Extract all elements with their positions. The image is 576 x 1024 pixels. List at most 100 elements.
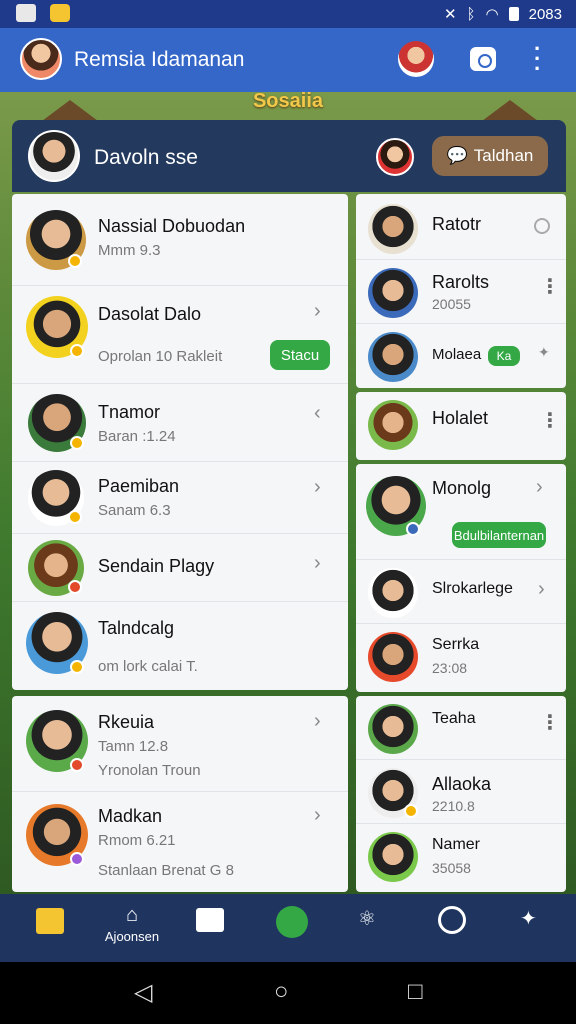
contact-name: Molaea: [432, 346, 482, 363]
list-item[interactable]: Monolg › Bdulbilanternan: [356, 464, 566, 560]
contact-name: Sendain Plagy: [98, 556, 215, 576]
wifi-icon: ◠: [485, 6, 499, 23]
contact-name: Nassial Dobuodan: [98, 216, 246, 236]
contact-sub: Mmm 9.3: [98, 242, 161, 259]
chevron-right-icon[interactable]: ›: [314, 710, 321, 733]
chat-panel: Davoln sse 💬 Taldhan Nassial Dobuodan Mm…: [12, 120, 566, 892]
app-bar: Remsia Idamanan · · ·: [0, 28, 576, 92]
pin-icon[interactable]: ✦: [538, 344, 550, 361]
avatar: [368, 204, 418, 254]
side-list-card: Monolg › Bdulbilanternan Slrokarlege › S…: [356, 464, 566, 692]
contact-sub: Sanam 6.3: [98, 502, 171, 519]
contact-sub: om lork calai T.: [98, 658, 198, 675]
list-item[interactable]: Namer 35058: [356, 824, 566, 892]
list-item[interactable]: Slrokarlege ›: [356, 560, 566, 624]
chevron-left-icon[interactable]: ‹: [314, 402, 321, 425]
avatar: [368, 400, 418, 450]
contact-name: Talndcalg: [98, 618, 175, 638]
nav-more[interactable]: ✦: [520, 906, 537, 931]
list-item[interactable]: Teaha ⋮: [356, 696, 566, 760]
contact-name: Teaha: [432, 710, 476, 727]
group-avatar[interactable]: [28, 130, 80, 182]
list-item[interactable]: Rarolts 20055 ⋮: [356, 260, 566, 324]
compass-icon: [438, 906, 466, 934]
more-options-icon[interactable]: · · ·: [534, 38, 541, 80]
contact-avatar[interactable]: [398, 41, 434, 77]
contact-name: Holalet: [432, 408, 489, 428]
chevron-right-icon[interactable]: ›: [314, 552, 321, 575]
contact-name: Monolg: [432, 478, 492, 498]
chat-action-button[interactable]: 💬 Taldhan: [432, 136, 548, 176]
status-bar: ✕ ᛒ ◠ 2083: [0, 0, 576, 28]
chevron-right-icon[interactable]: ›: [536, 476, 543, 499]
list-item[interactable]: Talndcalg om lork calai T.: [12, 602, 348, 690]
more-icon[interactable]: ⋮: [540, 710, 560, 735]
contact-sub: Oprolan 10 Rakleit: [98, 348, 223, 365]
list-item[interactable]: Rkeuia Tamn 12.8 Yronolan Troun ›: [12, 696, 348, 792]
status-badge: [404, 804, 418, 818]
more-icon[interactable]: ⋮: [540, 274, 560, 299]
notification-icon: [16, 4, 36, 22]
contact-list-card: Nassial Dobuodan Mmm 9.3 Dasolat Dalo › …: [12, 194, 348, 690]
nav-home[interactable]: [36, 908, 64, 940]
chevron-right-icon[interactable]: ›: [314, 300, 321, 323]
member-avatar[interactable]: [376, 138, 414, 176]
list-item[interactable]: Tnamor Baran :1.24 ‹: [12, 384, 348, 462]
list-item[interactable]: Nassial Dobuodan Mmm 9.3: [12, 194, 348, 286]
status-badge: [70, 758, 84, 772]
nav-inbox[interactable]: [196, 908, 224, 938]
profile-avatar[interactable]: [20, 38, 62, 80]
start-button[interactable]: Stacu: [270, 340, 330, 370]
list-item[interactable]: Allaoka 2210.8: [356, 760, 566, 824]
side-list-card: Holalet ⋮: [356, 392, 566, 460]
avatar: [368, 832, 418, 882]
tag-badge: Ka: [488, 346, 520, 366]
atom-icon: ⚛: [358, 908, 376, 930]
status-badge: [70, 436, 84, 450]
status-badge: [68, 580, 82, 594]
contact-name: Serrka: [432, 636, 480, 653]
list-item[interactable]: Ratotr: [356, 194, 566, 260]
battery-icon: [508, 7, 519, 21]
system-navigation: ◁ ○ □: [0, 962, 576, 1024]
inbox-icon: [196, 908, 224, 932]
list-item[interactable]: Holalet ⋮: [356, 392, 566, 460]
background-title: Sosaiia: [252, 90, 324, 112]
contact-sub: 2210.8: [432, 798, 475, 814]
contact-name: Slrokarlege: [432, 580, 513, 597]
chat-icon: [276, 906, 308, 938]
status-badge: [70, 852, 84, 866]
nav-explore[interactable]: ⚛: [358, 906, 376, 931]
camera-icon[interactable]: [470, 47, 496, 71]
contact-name: Namer: [432, 836, 481, 853]
bluetooth-icon: ᛒ: [466, 5, 476, 23]
chevron-right-icon[interactable]: ›: [538, 578, 545, 601]
list-item[interactable]: Madkan Rmom 6.21 Stanlaan Brenat G 8 ›: [12, 792, 348, 892]
nav-chat[interactable]: [276, 906, 308, 944]
status-badge: [70, 660, 84, 674]
chat-bubble-icon: 💬: [446, 146, 468, 165]
more-icon[interactable]: ⋮: [540, 408, 560, 433]
back-icon[interactable]: ◁: [134, 978, 152, 1007]
nav-community[interactable]: ⌂ Ajoonsen: [100, 904, 164, 944]
radio-icon[interactable]: [534, 218, 550, 234]
chevron-right-icon[interactable]: ›: [314, 476, 321, 499]
chevron-right-icon[interactable]: ›: [314, 804, 321, 827]
avatar: [368, 268, 418, 318]
chat-action-label: Taldhan: [473, 146, 534, 165]
home-icon: [36, 908, 64, 934]
contact-list-card: Rkeuia Tamn 12.8 Yronolan Troun › Madkan…: [12, 696, 348, 892]
list-item[interactable]: Dasolat Dalo › Oprolan 10 Rakleit Stacu: [12, 286, 348, 384]
status-badge: [68, 510, 82, 524]
list-item[interactable]: Molaea Ka ✦: [356, 324, 566, 388]
home-circle-icon[interactable]: ○: [274, 978, 289, 1006]
contact-name: Rkeuia: [98, 712, 155, 732]
recents-icon[interactable]: □: [408, 978, 423, 1006]
action-pill[interactable]: Bdulbilanternan: [452, 522, 546, 548]
list-item[interactable]: Paemiban Sanam 6.3 ›: [12, 462, 348, 534]
list-item[interactable]: Sendain Plagy ›: [12, 534, 348, 602]
nav-notifications[interactable]: [438, 906, 466, 940]
list-item[interactable]: Serrka 23:08: [356, 624, 566, 692]
contact-name: Dasolat Dalo: [98, 304, 202, 324]
status-badge: [70, 344, 84, 358]
